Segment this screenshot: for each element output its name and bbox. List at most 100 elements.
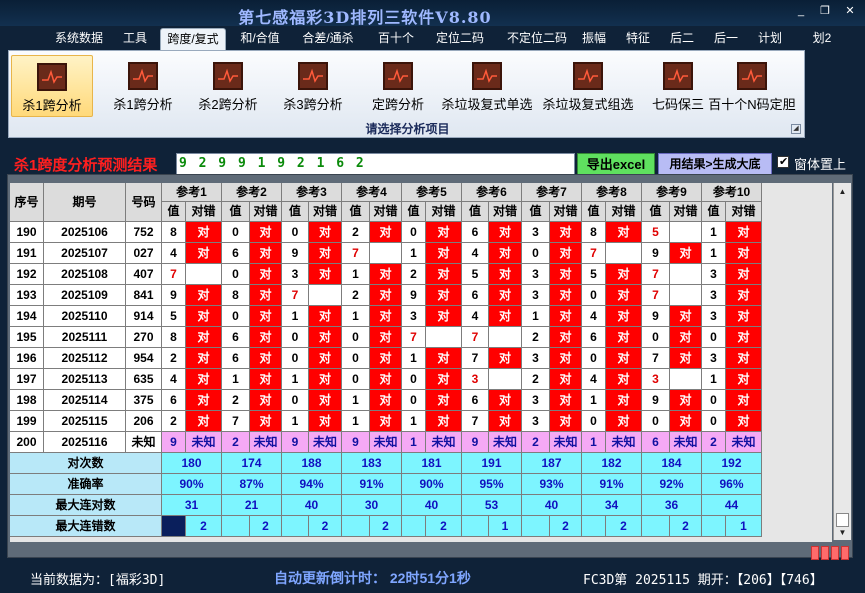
menu-item[interactable]: 振幅 [574,28,614,50]
chart-icon [737,62,767,90]
menu-item[interactable]: 特征 [618,28,658,50]
code-cell: 206 [126,411,162,432]
header-value: 值 [522,202,550,222]
analysis-grid: 序号 期号 号码 参考1 值对错 参考2 值对错 参考3 值对错 参考4 值对错 参考5 值对错 参考6 值… [10,183,832,542]
pending-mark: 未知 [489,432,522,453]
ribbon-button[interactable]: 杀2跨分析 [188,55,268,117]
ribbon-button[interactable]: 杀垃圾复式单选 [431,55,543,117]
check-right: 对 [726,264,762,285]
value-cell: 1 [402,243,426,264]
vertical-scrollbar[interactable]: ▲ ▼ [833,183,851,540]
pending-mark: 未知 [426,432,462,453]
stat-value: 180 [162,453,222,474]
value-cell: 0 [702,327,726,348]
chart-icon [298,62,328,90]
value-cell: 7 [642,348,670,369]
ribbon-button[interactable]: 七码保三 [642,55,714,117]
check-right: 对 [186,390,222,411]
menu-item[interactable]: 工具 [115,28,155,50]
menu-item[interactable]: 系统数据 [46,28,112,50]
check-right: 对 [309,369,342,390]
stat-spacer [642,516,670,537]
header-check: 对错 [250,202,282,222]
check-right: 对 [250,285,282,306]
ribbon-button[interactable]: 杀垃圾复式组选 [536,55,640,117]
close-button[interactable]: ✕ [841,4,859,18]
value-cell: 4 [162,243,186,264]
period-cell: 2025116 [44,432,126,453]
pending-mark: 未知 [606,432,642,453]
seq-cell: 198 [10,390,44,411]
check-right: 对 [370,285,402,306]
ribbon-button-label: 杀3跨分析 [283,97,343,112]
ribbon-button[interactable]: 百十个N码定胆 [706,55,798,117]
ribbon-button[interactable]: 杀1跨分析 [11,55,93,117]
pin-window-checkbox[interactable]: ✔ [777,156,789,168]
menu-item[interactable]: 和/合值 [234,28,286,50]
generate-base-button[interactable]: 用结果>生成大底 [658,153,772,176]
check-right: 对 [726,369,762,390]
value-cell: 9 [402,285,426,306]
ribbon-button[interactable]: 杀1跨分析 [103,55,183,117]
value-cell: 2 [162,348,186,369]
result-value-field[interactable]: 9 2 9 9 1 9 2 1 6 2 [176,153,575,175]
ribbon-button-label: 杀垃圾复式单选 [441,97,533,112]
value-cell: 1 [402,348,426,369]
check-right: 对 [670,243,702,264]
export-excel-button[interactable]: 导出excel [577,153,655,176]
header-seq: 序号 [10,183,44,222]
pending-value: 6 [642,432,670,453]
menu-item[interactable]: 不定位二码 [498,28,576,50]
stat-spacer [342,516,370,537]
check-right: 对 [489,222,522,243]
check-right: 对 [186,411,222,432]
seq-cell: 199 [10,411,44,432]
menu-item[interactable]: 后一 [706,28,746,50]
scroll-thumb[interactable] [836,513,849,527]
stat-value: 90% [402,474,462,495]
ribbon-button[interactable]: 定跨分析 [358,55,438,117]
check-right: 对 [606,348,642,369]
value-cell: 1 [582,390,606,411]
menu-item[interactable]: 定位二码 [426,28,494,50]
menu-item[interactable]: 划2 [805,28,839,50]
maximize-button[interactable]: ❐ [816,4,834,18]
value-cell: 1 [342,306,370,327]
pending-value: 9 [282,432,309,453]
check-right: 对 [426,348,462,369]
check-blank [489,327,522,348]
ribbon-button[interactable]: 杀3跨分析 [273,55,353,117]
check-blank [670,369,702,390]
menu-item[interactable]: 百十个 [370,28,422,50]
expand-icon[interactable]: ◢ [791,124,801,134]
scroll-down-icon[interactable]: ▼ [836,526,849,539]
value-cell: 9 [642,390,670,411]
value-cell: 2 [222,390,250,411]
check-right: 对 [370,327,402,348]
menu-item[interactable]: 计划 [750,28,790,50]
scroll-up-icon[interactable]: ▲ [836,185,849,198]
value-cell: 6 [222,348,250,369]
ribbon-button-label: 杀1跨分析 [22,98,82,113]
menu-item[interactable]: 跨度/复式 [160,28,226,50]
minimize-button[interactable]: _ [792,4,810,18]
check-right: 对 [550,264,582,285]
code-cell: 752 [126,222,162,243]
value-cell: 6 [462,390,489,411]
check-right: 对 [186,369,222,390]
header-check: 对错 [186,202,222,222]
check-right: 对 [370,390,402,411]
code-cell: 375 [126,390,162,411]
stat-marker [162,516,186,537]
check-blank [606,243,642,264]
header-ref: 参考4 [342,183,402,202]
value-cell: 4 [162,369,186,390]
stat-value: 191 [462,453,522,474]
value-cell: 4 [582,369,606,390]
code-cell: 914 [126,306,162,327]
menu-item[interactable]: 后二 [662,28,702,50]
pending-value: 1 [402,432,426,453]
menu-item[interactable]: 合差/通杀 [292,28,364,50]
check-right: 对 [550,348,582,369]
check-right: 对 [370,222,402,243]
